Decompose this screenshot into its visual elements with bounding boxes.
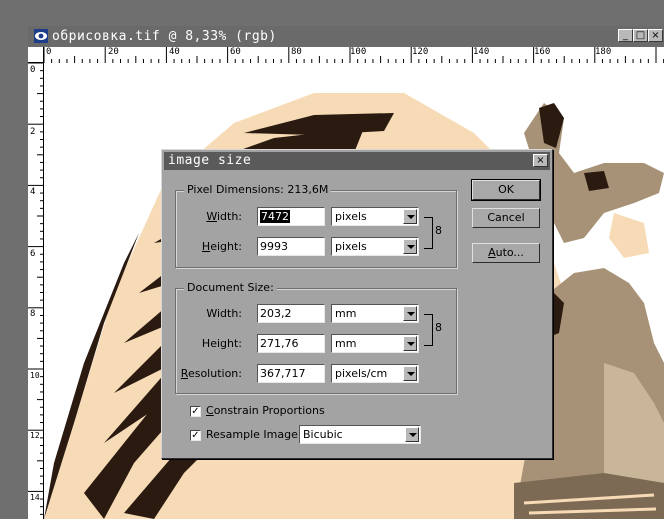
doc-height-unit: mm	[335, 337, 357, 350]
pixel-link-bracket	[424, 217, 433, 249]
document-size-label: Document Size:	[184, 281, 277, 294]
resolution-label: Resolution:	[180, 367, 242, 380]
minimize-button[interactable]: _	[618, 29, 633, 42]
pixel-width-input[interactable]: 7472	[257, 207, 325, 226]
resolution-input[interactable]: 367,717	[257, 364, 325, 383]
ruler-tick-label: 12	[30, 431, 40, 440]
cancel-button[interactable]: Cancel	[472, 208, 540, 228]
doc-height-input[interactable]: 271,76	[257, 334, 325, 353]
chevron-down-icon	[403, 239, 417, 254]
ruler-tick-label: 14	[30, 493, 40, 502]
photoshop-eye-icon	[34, 29, 48, 43]
ok-button[interactable]: OK	[471, 179, 541, 201]
pixel-height-label: Height:	[201, 240, 242, 253]
chevron-down-icon	[403, 366, 417, 381]
ruler-tick-label: 60	[230, 47, 241, 57]
pixel-height-unit-select[interactable]: pixels	[331, 237, 419, 256]
ruler-tick-label: 160	[534, 47, 551, 57]
resolution-unit-select[interactable]: pixels/cm	[331, 364, 419, 383]
chevron-down-icon	[405, 427, 419, 442]
ruler-tick-label: 0	[46, 47, 52, 57]
doc-width-unit: mm	[335, 307, 357, 320]
resample-method: Bicubic	[303, 428, 343, 441]
chevron-down-icon	[403, 336, 417, 351]
chevron-down-icon	[403, 209, 417, 224]
ruler-origin[interactable]	[28, 47, 44, 63]
close-button[interactable]: ×	[648, 29, 663, 42]
vertical-ruler[interactable]: 0 2 4 6 8 10 12 14	[28, 63, 44, 519]
ruler-tick-label: 40	[169, 47, 180, 57]
pixel-width-value: 7472	[260, 210, 290, 223]
resample-image-checkbox[interactable]: ✓	[190, 430, 201, 441]
horizontal-ruler[interactable]: 0 20 40 60 80 100 120 140 160 180	[44, 47, 664, 64]
pixel-width-unit-select[interactable]: pixels	[331, 207, 419, 226]
resample-image-label: Resample Image:	[206, 428, 302, 441]
maximize-button[interactable]: □	[633, 29, 648, 42]
ruler-tick-label: 20	[108, 47, 119, 57]
ruler-tick-label: 120	[412, 47, 429, 57]
ruler-tick-label: 140	[473, 47, 490, 57]
document-titlebar[interactable]: обрисовка.tif @ 8,33% (rgb) _ □ ×	[28, 26, 664, 48]
doc-width-label: Width:	[206, 307, 242, 320]
doc-height-unit-select[interactable]: mm	[331, 334, 419, 353]
dialog-title: image size	[168, 153, 252, 168]
constrain-proportions-label: Constrain Proportions	[206, 404, 325, 417]
pixel-width-unit: pixels	[335, 210, 367, 223]
ruler-tick-label: 6	[30, 249, 36, 259]
ruler-tick-label: 0	[30, 65, 36, 75]
pixel-height-unit: pixels	[335, 240, 367, 253]
pixel-dimensions-label: Pixel Dimensions: 213,6M	[184, 183, 332, 196]
image-size-dialog: image size × Pixel Dimensions: 213,6M Wi…	[161, 149, 553, 459]
chain-link-icon: 8	[435, 321, 442, 334]
pixel-height-input[interactable]: 9993	[257, 237, 325, 256]
resample-method-select[interactable]: Bicubic	[299, 425, 421, 444]
doc-height-label: Height:	[201, 337, 242, 350]
auto-button[interactable]: Auto...	[472, 243, 540, 263]
ruler-tick-label: 4	[30, 187, 36, 197]
doc-width-input[interactable]: 203,2	[257, 304, 325, 323]
ruler-tick-label: 80	[291, 47, 302, 57]
chevron-down-icon	[403, 306, 417, 321]
ruler-tick-label: 2	[30, 127, 36, 137]
pixel-width-label: Width:	[206, 210, 242, 223]
ruler-tick-label: 180	[595, 47, 612, 57]
ruler-tick-label: 8	[30, 309, 36, 319]
doc-link-bracket	[424, 314, 433, 346]
ruler-tick-label: 10	[30, 371, 40, 380]
dialog-close-button[interactable]: ×	[533, 154, 548, 167]
ruler-tick-label: 100	[350, 47, 367, 57]
constrain-proportions-checkbox[interactable]: ✓	[190, 406, 201, 417]
chain-link-icon: 8	[435, 224, 442, 237]
resolution-unit: pixels/cm	[335, 367, 388, 380]
pixel-dimensions-group	[175, 190, 457, 268]
document-title: обрисовка.tif @ 8,33% (rgb)	[52, 29, 277, 44]
doc-width-unit-select[interactable]: mm	[331, 304, 419, 323]
dialog-titlebar[interactable]: image size ×	[164, 152, 550, 170]
